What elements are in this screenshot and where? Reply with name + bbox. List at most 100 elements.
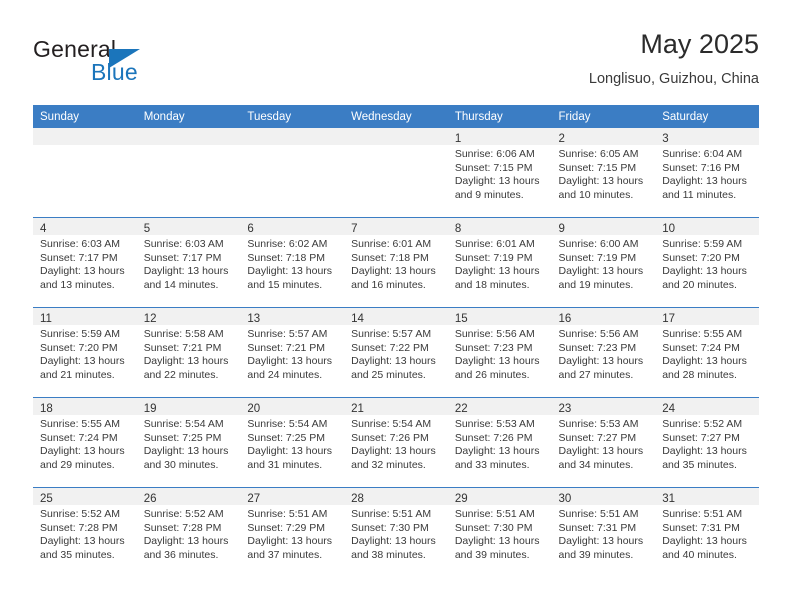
calendar-day-cell[interactable]: 27 Sunrise: 5:51 AM Sunset: 7:29 PM Dayligh… (240, 487, 345, 577)
calendar-day-cell[interactable]: 26 Sunrise: 5:52 AM Sunset: 7:28 PM Dayligh… (136, 487, 241, 577)
calendar-day-cell[interactable]: 1 Sunrise: 6:06 AM Sunset: 7:15 PM Daylight… (447, 128, 552, 218)
daylight-text-line2: and 35 minutes. (40, 548, 115, 561)
calendar-day-cell[interactable]: 20 Sunrise: 5:54 AM Sunset: 7:25 PM Dayligh… (240, 397, 345, 488)
general-blue-logo[interactable]: General Blue (33, 36, 213, 92)
calendar-week-row: 1 Sunrise: 6:06 AM Sunset: 7:15 PM Daylight… (33, 128, 759, 218)
calendar-day-cell[interactable]: 6 Sunrise: 6:02 AM Sunset: 7:18 PM Daylight… (240, 217, 345, 308)
day-details: Sunrise: 5:59 AM Sunset: 7:20 PM Daylight:… (655, 235, 759, 292)
calendar-day-cell[interactable]: 5 Sunrise: 6:03 AM Sunset: 7:17 PM Daylight… (136, 217, 241, 308)
day-number-band: 3 (655, 128, 759, 145)
day-details: Sunrise: 6:01 AM Sunset: 7:18 PM Daylight:… (344, 235, 448, 292)
daylight-text-line1: Daylight: 13 hours (351, 445, 436, 458)
day-number: 14 (351, 313, 364, 325)
calendar-day-cell[interactable]: 29 Sunrise: 5:51 AM Sunset: 7:30 PM Dayligh… (447, 487, 552, 577)
day-number-band: 10 (655, 218, 759, 235)
day-number-band: 22 (447, 398, 552, 415)
day-number-band: 28 (344, 488, 448, 505)
calendar-day-cell[interactable]: 31 Sunrise: 5:51 AM Sunset: 7:31 PM Dayligh… (655, 487, 759, 577)
calendar-cell-empty (344, 128, 448, 218)
sunset-text: Sunset: 7:15 PM (558, 161, 637, 174)
day-number-band: 8 (447, 218, 552, 235)
day-number-band: 12 (136, 308, 241, 325)
calendar-day-cell[interactable]: 16 Sunrise: 5:56 AM Sunset: 7:23 PM Dayligh… (551, 307, 656, 398)
day-number: 13 (247, 313, 261, 325)
daylight-text-line2: and 10 minutes. (558, 188, 634, 201)
calendar-day-cell[interactable]: 10 Sunrise: 5:59 AM Sunset: 7:20 PM Dayligh… (655, 217, 759, 308)
sunset-text: Sunset: 7:29 PM (247, 521, 326, 534)
day-details: Sunrise: 5:54 AM Sunset: 7:26 PM Daylight:… (344, 415, 448, 472)
day-number: 20 (247, 403, 261, 415)
calendar-day-cell[interactable]: 7 Sunrise: 6:01 AM Sunset: 7:18 PM Daylight… (344, 217, 448, 308)
sunrise-text: Sunrise: 6:01 AM (454, 238, 535, 250)
day-details: Sunrise: 5:51 AM Sunset: 7:30 PM Daylight:… (448, 505, 552, 562)
daylight-text-line1: Daylight: 13 hours (40, 535, 125, 548)
daylight-text-line2: and 15 minutes. (247, 278, 323, 291)
sunrise-text: Sunrise: 5:57 AM (247, 328, 328, 340)
day-number: 26 (143, 493, 157, 505)
daylight-text-line2: and 24 minutes. (247, 368, 323, 381)
sunset-text: Sunset: 7:20 PM (40, 341, 118, 354)
daylight-text-line2: and 19 minutes. (558, 278, 634, 291)
calendar-week-row: 11 Sunrise: 5:59 AM Sunset: 7:20 PM Dayligh… (33, 307, 759, 398)
day-details: Sunrise: 6:03 AM Sunset: 7:17 PM Daylight:… (33, 235, 137, 292)
calendar-day-cell[interactable]: 22 Sunrise: 5:53 AM Sunset: 7:26 PM Dayligh… (447, 397, 552, 488)
calendar-day-cell[interactable]: 11 Sunrise: 5:59 AM Sunset: 7:20 PM Dayligh… (33, 307, 137, 398)
sunrise-text: Sunrise: 5:59 AM (40, 328, 120, 340)
calendar-day-cell[interactable]: 12 Sunrise: 5:58 AM Sunset: 7:21 PM Dayligh… (136, 307, 241, 398)
sunrise-text: Sunrise: 5:58 AM (143, 328, 224, 340)
day-details: Sunrise: 6:06 AM Sunset: 7:15 PM Daylight:… (448, 145, 552, 202)
day-number-band (344, 128, 448, 145)
daylight-text-line1: Daylight: 13 hours (351, 355, 436, 368)
calendar-day-cell[interactable]: 4 Sunrise: 6:03 AM Sunset: 7:17 PM Daylight… (33, 217, 137, 308)
weekday-header-sunday: Sunday (33, 105, 137, 128)
daylight-text-line1: Daylight: 13 hours (558, 535, 644, 548)
calendar-day-cell[interactable]: 23 Sunrise: 5:53 AM Sunset: 7:27 PM Dayligh… (551, 397, 656, 488)
calendar-day-cell[interactable]: 30 Sunrise: 5:51 AM Sunset: 7:31 PM Dayligh… (551, 487, 656, 577)
sunset-text: Sunset: 7:25 PM (143, 431, 222, 444)
day-number: 15 (454, 313, 468, 325)
calendar-week-row: 25 Sunrise: 5:52 AM Sunset: 7:28 PM Dayligh… (33, 487, 759, 577)
calendar-day-cell[interactable]: 18 Sunrise: 5:55 AM Sunset: 7:24 PM Dayligh… (33, 397, 137, 488)
day-number-band: 7 (344, 218, 448, 235)
calendar-day-cell[interactable]: 2 Sunrise: 6:05 AM Sunset: 7:15 PM Daylight… (551, 128, 656, 218)
sunrise-text: Sunrise: 6:01 AM (351, 238, 432, 250)
page-header: General Blue May 2025 Longlisuo, Guizhou… (33, 28, 759, 98)
calendar-day-cell[interactable]: 21 Sunrise: 5:54 AM Sunset: 7:26 PM Dayligh… (344, 397, 448, 488)
day-number-band: 25 (33, 488, 137, 505)
sunrise-text: Sunrise: 5:51 AM (662, 508, 743, 520)
sunrise-text: Sunrise: 5:59 AM (662, 238, 743, 250)
sunrise-text: Sunrise: 6:05 AM (558, 148, 639, 160)
calendar-week-row: 4 Sunrise: 6:03 AM Sunset: 7:17 PM Daylight… (33, 217, 759, 308)
day-number-band: 31 (655, 488, 759, 505)
sunrise-text: Sunrise: 5:52 AM (662, 418, 743, 430)
calendar-day-cell[interactable]: 9 Sunrise: 6:00 AM Sunset: 7:19 PM Daylight… (551, 217, 656, 308)
day-details: Sunrise: 5:53 AM Sunset: 7:26 PM Daylight:… (448, 415, 552, 472)
sunrise-text: Sunrise: 5:52 AM (143, 508, 224, 520)
sunset-text: Sunset: 7:17 PM (40, 251, 118, 264)
daylight-text-line2: and 14 minutes. (143, 278, 219, 291)
calendar-day-cell[interactable]: 19 Sunrise: 5:54 AM Sunset: 7:25 PM Dayligh… (136, 397, 241, 488)
daylight-text-line1: Daylight: 13 hours (143, 355, 229, 368)
daylight-text-line1: Daylight: 13 hours (558, 175, 644, 188)
sunset-text: Sunset: 7:20 PM (662, 251, 740, 264)
calendar-day-cell[interactable]: 15 Sunrise: 5:56 AM Sunset: 7:23 PM Dayligh… (447, 307, 552, 398)
sunset-text: Sunset: 7:27 PM (558, 431, 637, 444)
day-number-band: 20 (240, 398, 345, 415)
calendar-day-cell[interactable]: 28 Sunrise: 5:51 AM Sunset: 7:30 PM Dayligh… (344, 487, 448, 577)
calendar-day-cell[interactable]: 8 Sunrise: 6:01 AM Sunset: 7:19 PM Daylight… (447, 217, 552, 308)
calendar-day-cell[interactable]: 13 Sunrise: 5:57 AM Sunset: 7:21 PM Dayligh… (240, 307, 345, 398)
calendar-day-cell[interactable]: 17 Sunrise: 5:55 AM Sunset: 7:24 PM Dayligh… (655, 307, 759, 398)
calendar-day-cell[interactable]: 3 Sunrise: 6:04 AM Sunset: 7:16 PM Daylight… (655, 128, 759, 218)
daylight-text-line1: Daylight: 13 hours (351, 265, 436, 278)
sunset-text: Sunset: 7:19 PM (558, 251, 637, 264)
day-number-band: 5 (136, 218, 241, 235)
calendar-day-cell[interactable]: 24 Sunrise: 5:52 AM Sunset: 7:27 PM Dayligh… (655, 397, 759, 488)
day-number: 24 (662, 403, 676, 415)
day-number: 27 (247, 493, 261, 505)
calendar-day-cell[interactable]: 25 Sunrise: 5:52 AM Sunset: 7:28 PM Dayligh… (33, 487, 137, 577)
daylight-text-line2: and 26 minutes. (454, 368, 530, 381)
sunset-text: Sunset: 7:24 PM (662, 341, 740, 354)
daylight-text-line2: and 25 minutes. (351, 368, 426, 381)
calendar-day-cell[interactable]: 14 Sunrise: 5:57 AM Sunset: 7:22 PM Dayligh… (344, 307, 448, 398)
daylight-text-line2: and 39 minutes. (454, 548, 530, 561)
